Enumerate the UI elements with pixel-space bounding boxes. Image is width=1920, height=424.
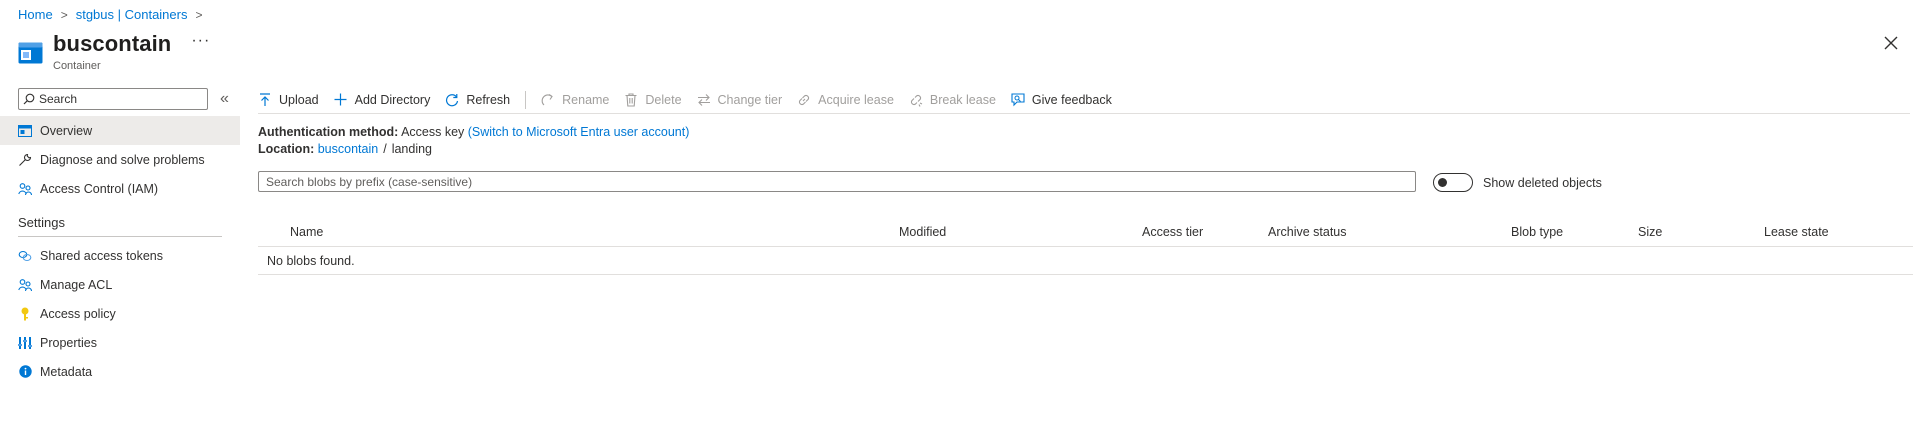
toggle-knob	[1438, 178, 1447, 187]
delete-button[interactable]: Delete	[624, 89, 682, 111]
location-container-link[interactable]: buscontain	[318, 142, 378, 156]
sidebar-item-access-policy[interactable]: Access policy	[0, 299, 240, 328]
sidebar-item-label: Diagnose and solve problems	[40, 152, 205, 167]
breadcrumb-containers-link[interactable]: stgbus | Containers	[76, 7, 188, 22]
refresh-icon	[445, 93, 459, 107]
column-header-modified[interactable]: Modified	[899, 225, 946, 239]
plus-icon	[334, 93, 348, 107]
auth-method-line: Authentication method: Access key (Switc…	[258, 124, 689, 141]
break-lease-label: Break lease	[929, 92, 996, 107]
blob-search-input[interactable]	[266, 174, 1406, 189]
column-header-size[interactable]: Size	[1638, 225, 1662, 239]
add-directory-label: Add Directory	[354, 92, 431, 107]
command-toolbar: Upload Add Directory Refresh Rename Dele…	[258, 86, 1910, 114]
show-deleted-toggle[interactable]	[1433, 173, 1473, 192]
sidebar-item-label: Properties	[40, 335, 97, 350]
location-label: Location:	[258, 142, 315, 156]
switch-auth-link[interactable]: (Switch to Microsoft Entra user account)	[468, 125, 690, 139]
table-header: Name Modified Access tier Archive status…	[258, 218, 1913, 247]
breadcrumb-separator: >	[195, 7, 203, 22]
change-tier-label: Change tier	[717, 92, 783, 107]
empty-table-row: No blobs found.	[258, 247, 1913, 275]
change-tier-button[interactable]: Change tier	[697, 89, 783, 111]
overview-icon	[18, 124, 32, 138]
upload-label: Upload	[279, 92, 319, 107]
sidebar-item-label: Manage ACL	[40, 277, 113, 292]
column-header-archive-status[interactable]: Archive status	[1268, 225, 1347, 239]
upload-icon	[258, 92, 272, 107]
auth-method-label: Authentication method:	[258, 125, 399, 139]
rename-button[interactable]: Rename	[541, 89, 609, 111]
sidebar-item-label: Metadata	[40, 364, 93, 379]
column-header-name[interactable]: Name	[290, 225, 323, 239]
breadcrumb: Home > stgbus | Containers >	[18, 7, 211, 22]
add-directory-button[interactable]: Add Directory	[334, 89, 431, 111]
settings-section-title: Settings	[18, 214, 65, 230]
toolbar-divider	[525, 90, 527, 109]
page-title: buscontain	[53, 31, 172, 56]
location-separator: /	[383, 142, 387, 156]
acquire-lease-label: Acquire lease	[818, 92, 894, 107]
refresh-label: Refresh	[466, 92, 511, 107]
broken-link-icon	[909, 93, 923, 107]
sidebar-item-label: Shared access tokens	[40, 248, 163, 263]
people-icon	[18, 278, 32, 292]
delete-label: Delete	[645, 92, 682, 107]
acquire-lease-button[interactable]: Acquire lease	[797, 89, 894, 111]
give-feedback-button[interactable]: Give feedback	[1011, 89, 1112, 111]
properties-icon	[18, 336, 32, 350]
column-header-blob-type[interactable]: Blob type	[1511, 225, 1563, 239]
blobs-table: Name Modified Access tier Archive status…	[258, 218, 1913, 275]
wrench-icon	[18, 153, 32, 167]
sidebar-item-label: Access Control (IAM)	[40, 181, 159, 196]
container-info: Authentication method: Access key (Switc…	[258, 124, 689, 158]
location-folder: landing	[391, 142, 433, 156]
show-deleted-label: Show deleted objects	[1483, 175, 1602, 190]
auth-method-value: Access key	[401, 125, 465, 139]
break-lease-button[interactable]: Break lease	[909, 89, 996, 111]
column-header-lease-state[interactable]: Lease state	[1764, 225, 1829, 239]
sidebar-search-input[interactable]	[39, 92, 199, 106]
page-subtitle: Container	[53, 60, 101, 72]
upload-button[interactable]: Upload	[258, 89, 319, 111]
trash-icon	[624, 92, 638, 107]
swap-icon	[697, 93, 711, 107]
sidebar-item-metadata[interactable]: Metadata	[0, 357, 240, 386]
feedback-icon	[1011, 92, 1025, 107]
breadcrumb-separator: >	[60, 7, 68, 22]
sidebar-search-box[interactable]	[18, 88, 208, 110]
sidebar-item-properties[interactable]: Properties	[0, 328, 240, 357]
rename-label: Rename	[562, 92, 610, 107]
show-deleted-toggle-wrap[interactable]: Show deleted objects	[1433, 173, 1602, 192]
sidebar-item-label: Overview	[40, 123, 93, 138]
key-icon	[18, 307, 32, 321]
info-icon	[18, 365, 32, 379]
search-icon	[23, 93, 35, 105]
give-feedback-label: Give feedback	[1031, 92, 1112, 107]
collapse-sidebar-button[interactable]: «	[220, 90, 229, 108]
rename-icon	[541, 93, 555, 107]
page-header: buscontain ··· Container	[18, 30, 210, 72]
storage-container-icon	[18, 42, 43, 64]
column-header-access-tier[interactable]: Access tier	[1142, 225, 1203, 239]
people-icon	[18, 182, 32, 196]
close-icon[interactable]	[1882, 34, 1900, 52]
sidebar-item-diagnose[interactable]: Diagnose and solve problems	[0, 145, 240, 174]
link-icon	[18, 249, 32, 263]
empty-message: No blobs found.	[267, 253, 355, 268]
breadcrumb-home-link[interactable]: Home	[18, 7, 53, 22]
blob-search-box[interactable]	[258, 171, 1416, 192]
sidebar-item-overview[interactable]: Overview	[0, 116, 240, 145]
sidebar-item-manage-acl[interactable]: Manage ACL	[0, 270, 240, 299]
more-options-button[interactable]: ···	[191, 32, 210, 50]
sidebar-item-shared-access-tokens[interactable]: Shared access tokens	[0, 241, 240, 270]
sidebar-item-access-control[interactable]: Access Control (IAM)	[0, 174, 240, 203]
sidebar-item-label: Access policy	[40, 306, 116, 321]
section-divider	[18, 236, 222, 237]
link-icon	[797, 93, 811, 107]
refresh-button[interactable]: Refresh	[445, 89, 510, 111]
location-line: Location: buscontain / landing	[258, 141, 689, 158]
sidebar-nav: Overview Diagnose and solve problems Acc…	[0, 116, 240, 386]
